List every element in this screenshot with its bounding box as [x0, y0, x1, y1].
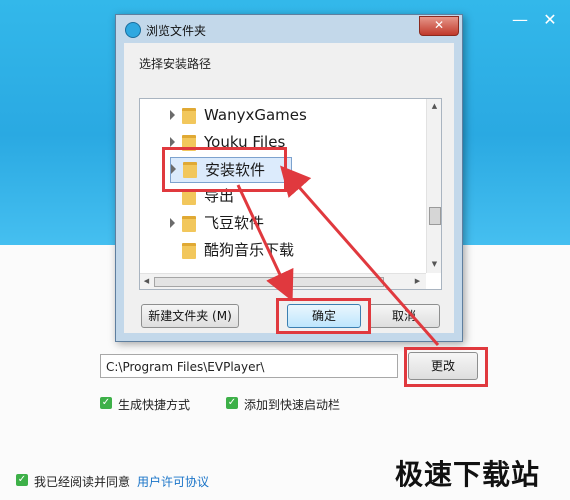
change-button[interactable]: 更改	[408, 352, 478, 380]
new-folder-button[interactable]: 新建文件夹 (M)	[141, 304, 239, 328]
horizontal-scrollbar[interactable]: ◀ ▶	[140, 273, 426, 289]
dialog-titlebar[interactable]: 浏览文件夹 ✕	[116, 15, 462, 43]
agree-checkbox[interactable]: ✓	[16, 474, 28, 486]
app-icon	[125, 22, 141, 38]
install-path-input[interactable]: C:\Program Files\EVPlayer\	[100, 354, 398, 378]
highlight-box-folder	[162, 147, 287, 192]
scroll-left-icon[interactable]: ◀	[141, 276, 152, 287]
folder-icon	[182, 216, 196, 232]
tree-item-label: WanyxGames	[204, 106, 307, 124]
quicklaunch-label: 添加到快速启动栏	[244, 398, 341, 412]
minimize-button[interactable]: —	[510, 10, 530, 30]
scroll-right-icon[interactable]: ▶	[412, 276, 423, 287]
horizontal-scroll-thumb[interactable]	[154, 277, 384, 287]
dialog-instruction: 选择安装路径	[139, 57, 212, 71]
expand-arrow-icon[interactable]	[170, 137, 175, 147]
shortcut-checkbox[interactable]: ✓	[100, 397, 112, 409]
vertical-scrollbar[interactable]: ▲ ▼	[426, 99, 441, 273]
folder-icon	[182, 108, 196, 124]
scroll-up-icon[interactable]: ▲	[429, 101, 440, 112]
license-link[interactable]: 用户许可协议	[137, 473, 209, 490]
close-button[interactable]: ✕	[540, 10, 560, 30]
dialog-close-button[interactable]: ✕	[419, 16, 459, 36]
agree-label: 我已经阅读并同意	[34, 475, 131, 489]
shortcut-label: 生成快捷方式	[118, 398, 191, 412]
folder-icon	[182, 243, 196, 259]
vertical-scroll-thumb[interactable]	[429, 207, 441, 225]
quicklaunch-checkbox[interactable]: ✓	[226, 397, 238, 409]
dialog-title: 浏览文件夹	[146, 24, 207, 38]
cancel-button[interactable]: 取消	[368, 304, 440, 328]
folder-tree[interactable]: WanyxGames Youku Files 安装软件 导出 飞豆软件 酷狗音乐…	[139, 98, 442, 290]
expand-arrow-icon[interactable]	[170, 110, 175, 120]
tree-item-label: 酷狗音乐下载	[204, 241, 295, 259]
highlight-box-ok	[276, 298, 371, 334]
tree-item-label: 飞豆软件	[204, 214, 265, 232]
expand-arrow-icon[interactable]	[170, 218, 175, 228]
watermark: 极速下载站	[395, 458, 541, 491]
scroll-down-icon[interactable]: ▼	[429, 259, 440, 270]
